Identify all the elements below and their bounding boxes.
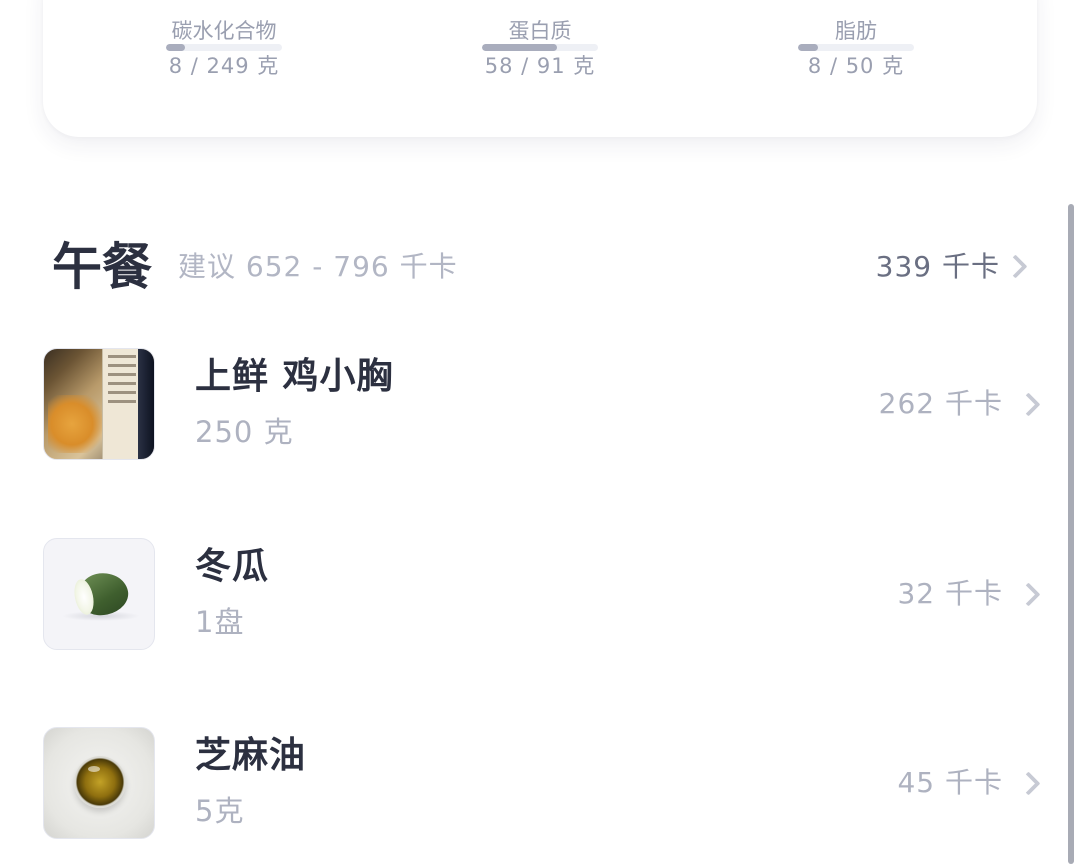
food-thumbnail-chicken (43, 348, 155, 460)
macro-protein-progress-bar (482, 44, 598, 51)
food-name: 芝麻油 (195, 735, 307, 776)
macro-carbs-label: 碳水化合物 (171, 19, 277, 43)
macro-protein: 蛋白质 58 / 91 克 (460, 18, 620, 81)
food-name: 冬瓜 (195, 546, 270, 587)
macro-carbs: 碳水化合物 8 / 249 克 (144, 18, 304, 81)
macro-fat-label: 脂肪 (835, 19, 877, 43)
food-calories: 45 千卡 (897, 766, 1003, 799)
macro-carbs-value: 8 / 249 克 (168, 54, 280, 78)
chevron-right-icon[interactable] (1016, 582, 1041, 607)
food-calories: 32 千卡 (897, 577, 1003, 610)
food-amount: 1盘 (195, 605, 245, 639)
chevron-right-icon[interactable] (1003, 254, 1028, 279)
meal-calorie-suggestion: 建议 652 - 796 千卡 (178, 250, 458, 283)
food-item-chicken[interactable]: 上鲜 鸡小胸 250 克 262 千卡 (43, 348, 1043, 463)
macro-carbs-progress-bar (166, 44, 282, 51)
food-amount: 5克 (195, 794, 245, 828)
macro-fat-value: 8 / 50 克 (807, 54, 905, 78)
vertical-scrollbar[interactable] (1068, 204, 1074, 864)
meal-title: 午餐 (52, 238, 152, 296)
macro-protein-progress-fill (482, 44, 558, 51)
macro-fat-progress-fill (798, 44, 818, 51)
macro-carbs-progress-fill (166, 44, 185, 51)
meal-total-calories: 339 千卡 (875, 250, 1000, 283)
food-item-sesame-oil[interactable]: 芝麻油 5克 45 千卡 (43, 727, 1043, 842)
macro-protein-label: 蛋白质 (508, 19, 572, 43)
chevron-right-icon[interactable] (1016, 771, 1041, 796)
lunch-header[interactable]: 午餐 建议 652 - 796 千卡 339 千卡 (52, 232, 1042, 302)
chevron-right-icon[interactable] (1016, 392, 1041, 417)
food-calories: 262 千卡 (878, 387, 1003, 420)
nutrition-summary-card: 碳水化合物 8 / 249 克 蛋白质 58 / 91 克 脂肪 8 / 50 … (43, 0, 1037, 137)
food-item-winter-melon[interactable]: 冬瓜 1盘 32 千卡 (43, 538, 1043, 653)
food-thumbnail-sesame-oil (43, 727, 155, 839)
food-thumbnail-winter-melon (43, 538, 155, 650)
food-name: 上鲜 鸡小胸 (195, 356, 394, 397)
macro-protein-value: 58 / 91 克 (484, 54, 596, 78)
macro-fat: 脂肪 8 / 50 克 (776, 18, 936, 81)
food-amount: 250 克 (195, 415, 294, 449)
macro-fat-progress-bar (798, 44, 914, 51)
